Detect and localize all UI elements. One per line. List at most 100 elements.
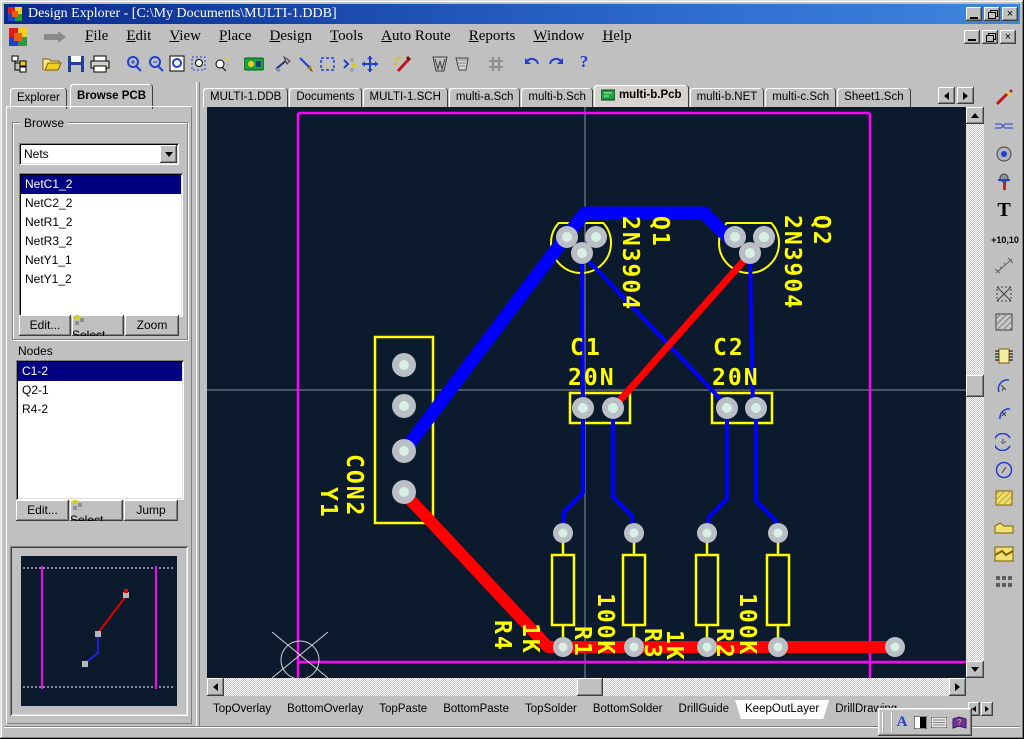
label-c1-value[interactable]: 20N [568, 365, 616, 391]
menu-edit[interactable]: Edit [117, 26, 160, 47]
document-app-icon[interactable] [8, 27, 30, 47]
scroll-right-button[interactable] [949, 678, 966, 696]
doc-tab-scroll-left-button[interactable] [938, 87, 955, 104]
node-edit-button[interactable]: Edit... [16, 500, 69, 521]
layer-tab-keepoutlayer[interactable]: KeepOutLayer [735, 700, 829, 719]
menu-view[interactable]: View [160, 26, 210, 47]
menu-window[interactable]: Window [524, 26, 593, 47]
label-r2-designator[interactable]: R2 [711, 628, 737, 660]
layer-tab-topsolder[interactable]: TopSolder [515, 700, 587, 719]
dropdown-arrow-button[interactable] [160, 145, 177, 163]
undo-icon[interactable] [520, 52, 544, 76]
draw-line-icon[interactable] [294, 52, 318, 76]
board-view-icon[interactable] [242, 52, 266, 76]
fill-icon[interactable] [992, 486, 1016, 510]
menu-pulldown-arrow-icon[interactable] [42, 30, 68, 44]
zoom-point-icon[interactable] [210, 52, 234, 76]
label-y1-designator[interactable]: Y1 [315, 487, 341, 519]
help-book-icon[interactable]: ? [949, 712, 969, 732]
keepout-box-icon[interactable] [992, 282, 1016, 306]
net-list-item[interactable]: NetC1_2 [21, 175, 181, 194]
layer-tab-topoverlay[interactable]: TopOverlay [203, 700, 281, 719]
doc-tab-multi-1-ddb[interactable]: MULTI-1.DDB [203, 88, 288, 107]
layer-tab-bottomsolder[interactable]: BottomSolder [583, 700, 673, 719]
component-icon[interactable] [992, 344, 1016, 368]
zoom-window-icon[interactable] [166, 52, 190, 76]
node-list-item[interactable]: R4-2 [18, 400, 182, 419]
net-list-item[interactable]: NetY1_2 [21, 270, 181, 289]
pcb-vertical-scrollbar[interactable] [966, 107, 984, 678]
open-document-icon[interactable] [40, 52, 64, 76]
doc-tab-multi-b-sch[interactable]: multi-b.Sch [521, 88, 593, 107]
pads[interactable] [392, 226, 905, 657]
cutter-icon[interactable] [272, 52, 296, 76]
net-list-item[interactable]: NetR1_2 [21, 213, 181, 232]
save-icon[interactable] [64, 52, 88, 76]
label-q2-value[interactable]: 2N3904 [779, 215, 805, 310]
horizontal-scroll-thumb[interactable] [577, 678, 603, 696]
split-plane-icon[interactable] [992, 542, 1016, 566]
dimension-icon[interactable] [992, 254, 1016, 278]
label-q2-designator[interactable]: Q2 [808, 215, 834, 247]
label-c2-value[interactable]: 20N [712, 365, 760, 391]
label-c1-designator[interactable]: C1 [570, 335, 602, 361]
pcb-preview-panel[interactable] [10, 546, 188, 716]
window-minimize-button[interactable] [966, 7, 982, 21]
menu-file[interactable]: File [76, 26, 117, 47]
select-area-icon[interactable] [316, 52, 340, 76]
arc-edge-icon[interactable] [992, 374, 1016, 398]
doc-tab-scroll-right-button[interactable] [957, 87, 974, 104]
component-r3-outline[interactable] [696, 541, 718, 640]
net-list-item[interactable]: NetR3_2 [21, 232, 181, 251]
arc-angle-icon[interactable] [992, 430, 1016, 454]
doc-tab-multi-c-sch[interactable]: multi-c.Sch [765, 88, 836, 107]
trace-red-bus[interactable] [404, 493, 895, 647]
toolbar-drag-grip[interactable] [882, 712, 893, 732]
doc-tab-multi-1-sch[interactable]: MULTI-1.SCH [363, 88, 448, 107]
browse-mode-dropdown[interactable]: Nets [19, 143, 179, 165]
child-close-button[interactable]: × [1000, 30, 1016, 44]
vertical-scroll-thumb[interactable] [966, 375, 984, 397]
layer-tab-bottompaste[interactable]: BottomPaste [433, 700, 519, 719]
scroll-down-button[interactable] [966, 661, 984, 678]
component-r2-outline[interactable] [767, 541, 789, 640]
fill-hatch-icon[interactable] [992, 310, 1016, 334]
menu-reports[interactable]: Reports [460, 26, 525, 47]
node-list-item[interactable]: C1-2 [18, 362, 182, 381]
component-r1-outline[interactable] [623, 541, 645, 640]
doc-tab-multi-a-sch[interactable]: multi-a.Sch [449, 88, 521, 107]
polygon-plane-icon[interactable] [992, 514, 1016, 538]
net-select-button[interactable]: Select [72, 315, 124, 336]
net-edit-button[interactable]: Edit... [19, 315, 71, 336]
label-c2-designator[interactable]: C2 [713, 335, 745, 361]
net-list[interactable]: NetC1_2 NetC2_2 NetR1_2 NetR3_2 NetY1_1 … [19, 173, 183, 317]
layer-tab-toppaste[interactable]: TopPaste [369, 700, 437, 719]
layer-tab-bottomoverlay[interactable]: BottomOverlay [277, 700, 373, 719]
zoom-in-icon[interactable] [122, 52, 146, 76]
label-r4-designator[interactable]: R4 [489, 620, 515, 652]
label-r2-value[interactable]: 100K [734, 593, 760, 656]
node-jump-button[interactable]: Jump [124, 500, 178, 521]
pcb-canvas[interactable]: 2N3904 Q1 2N3904 Q2 C1 20N C2 20N Y1 CON… [207, 107, 966, 678]
node-list-item[interactable]: Q2-1 [18, 381, 182, 400]
wizard-icon[interactable] [390, 52, 414, 76]
zoom-out-icon[interactable] [144, 52, 168, 76]
menu-auto-route[interactable]: Auto Route [372, 26, 460, 47]
label-q1-designator[interactable]: Q1 [647, 216, 673, 248]
sidebar-splitter[interactable] [196, 82, 200, 726]
label-r4-value[interactable]: 1K [517, 623, 543, 655]
full-circle-icon[interactable] [992, 458, 1016, 482]
grid-icon[interactable] [484, 52, 508, 76]
window-restore-button[interactable] [984, 7, 1000, 21]
explorer-tree-icon[interactable] [8, 52, 32, 76]
polygon-shield-icon[interactable] [428, 52, 452, 76]
fill-toggle-icon[interactable] [911, 712, 929, 732]
menu-tools[interactable]: Tools [321, 26, 372, 47]
zoom-area-icon[interactable] [188, 52, 212, 76]
layer-tab-drillguide[interactable]: DrillGuide [669, 700, 740, 719]
node-select-button[interactable]: Select [70, 500, 123, 521]
help-icon[interactable]: ? [572, 50, 596, 74]
text-find-icon[interactable]: A [893, 712, 911, 732]
interactive-route-icon[interactable] [992, 86, 1016, 110]
pcb-horizontal-scrollbar[interactable] [207, 678, 966, 696]
